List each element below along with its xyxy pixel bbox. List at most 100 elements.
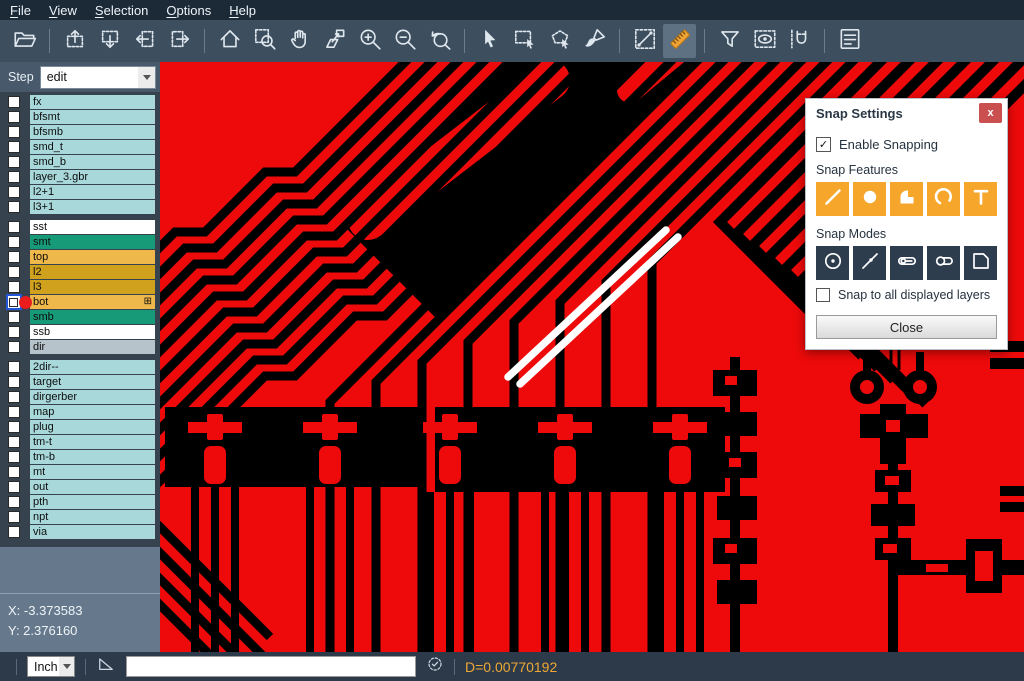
grid-icon[interactable]: ⊞ <box>144 297 155 307</box>
measure-ruler-button[interactable] <box>663 24 696 58</box>
layer-row-dir[interactable]: dir <box>0 340 160 354</box>
layer-checkbox[interactable] <box>8 311 20 323</box>
layer-checkbox[interactable] <box>8 236 20 248</box>
close-button[interactable]: Close <box>816 315 997 339</box>
clean-brush-button[interactable] <box>578 24 611 58</box>
measure-distance-button[interactable] <box>628 24 661 58</box>
layer-row-bot[interactable]: bot⊞ <box>0 295 160 309</box>
layer-row-plug[interactable]: plug <box>0 420 160 434</box>
unit-select[interactable]: Inch <box>27 656 75 677</box>
zoom-dynamic-button[interactable] <box>318 24 351 58</box>
snap-mode-center-button[interactable] <box>816 246 849 280</box>
select-rectangle-button[interactable] <box>508 24 541 58</box>
layer-row-l2[interactable]: l2 <box>0 265 160 279</box>
menu-options[interactable]: Options <box>166 3 211 18</box>
snap-feature-text-button[interactable] <box>964 182 997 216</box>
snap-feature-line-button[interactable] <box>816 182 849 216</box>
close-icon[interactable]: x <box>979 103 1002 123</box>
layer-checkbox[interactable] <box>8 376 20 388</box>
enable-snapping-checkbox[interactable]: ✓ <box>816 137 831 152</box>
snap-mode-point-button[interactable] <box>853 246 886 280</box>
command-input[interactable] <box>126 656 416 677</box>
layer-checkbox[interactable] <box>8 466 20 478</box>
zoom-previous-button[interactable] <box>423 24 456 58</box>
layer-row-via[interactable]: via <box>0 525 160 539</box>
snap-mode-oblong-button[interactable] <box>927 246 960 280</box>
snap-mode-slot-button[interactable] <box>890 246 923 280</box>
menu-help[interactable]: Help <box>229 3 256 18</box>
snap-all-layers-checkbox[interactable] <box>816 288 830 302</box>
layer-checkbox[interactable] <box>8 141 20 153</box>
layer-checkbox[interactable] <box>8 156 20 168</box>
layer-row-target[interactable]: target <box>0 375 160 389</box>
layer-row-bfsmb[interactable]: bfsmb <box>0 125 160 139</box>
select-cursor-button[interactable] <box>473 24 506 58</box>
layer-checkbox[interactable] <box>8 186 20 198</box>
layer-row-smb[interactable]: smb <box>0 310 160 324</box>
refresh-check-icon[interactable] <box>426 655 444 678</box>
layer-checkbox[interactable] <box>8 406 20 418</box>
filter-button[interactable] <box>713 24 746 58</box>
layer-checkbox[interactable] <box>8 496 20 508</box>
layer-row-tm-b[interactable]: tm-b <box>0 450 160 464</box>
pan-left-button[interactable] <box>128 24 161 58</box>
layer-row-bfsmt[interactable]: bfsmt <box>0 110 160 124</box>
step-select[interactable]: edit <box>40 66 156 89</box>
layer-checkbox[interactable] <box>8 421 20 433</box>
layer-row-map[interactable]: map <box>0 405 160 419</box>
layer-checkbox[interactable] <box>8 96 20 108</box>
layer-row-pth[interactable]: pth <box>0 495 160 509</box>
layer-checkbox[interactable] <box>8 526 20 538</box>
report-list-button[interactable] <box>833 24 866 58</box>
layer-checkbox[interactable] <box>9 298 18 307</box>
layer-checkbox[interactable] <box>8 171 20 183</box>
layer-checkbox[interactable] <box>8 361 20 373</box>
layer-row-out[interactable]: out <box>0 480 160 494</box>
pan-right-button[interactable] <box>163 24 196 58</box>
layer-checkbox[interactable] <box>8 391 20 403</box>
layer-row-2dir--[interactable]: 2dir-- <box>0 360 160 374</box>
layer-row-ssb[interactable]: ssb <box>0 325 160 339</box>
pan-hand-button[interactable] <box>283 24 316 58</box>
snap-feature-surface-button[interactable] <box>890 182 923 216</box>
zoom-out-button[interactable] <box>388 24 421 58</box>
view-options-button[interactable] <box>748 24 781 58</box>
layer-checkbox[interactable] <box>8 341 20 353</box>
layer-row-smd_b[interactable]: smd_b <box>0 155 160 169</box>
select-polygon-button[interactable] <box>543 24 576 58</box>
layer-checkbox[interactable] <box>8 201 20 213</box>
zoom-in-button[interactable] <box>353 24 386 58</box>
layer-checkbox[interactable] <box>8 126 20 138</box>
menu-file[interactable]: File <box>10 3 31 18</box>
zoom-area-button[interactable] <box>248 24 281 58</box>
layer-row-l2+1[interactable]: l2+1 <box>0 185 160 199</box>
layer-row-mt[interactable]: mt <box>0 465 160 479</box>
snap-mode-contour-button[interactable] <box>964 246 997 280</box>
layer-checkbox[interactable] <box>8 451 20 463</box>
dialog-titlebar[interactable]: Snap Settings x <box>806 99 1007 127</box>
layer-checkbox[interactable] <box>8 251 20 263</box>
angle-icon[interactable] <box>96 654 116 679</box>
layer-checkbox[interactable] <box>8 481 20 493</box>
layer-row-npt[interactable]: npt <box>0 510 160 524</box>
layer-checkbox[interactable] <box>8 221 20 233</box>
layer-row-layer_3.gbr[interactable]: layer_3.gbr <box>0 170 160 184</box>
layer-row-sst[interactable]: sst <box>0 220 160 234</box>
layer-row-top[interactable]: top <box>0 250 160 264</box>
layer-checkbox[interactable] <box>8 281 20 293</box>
layer-row-l3+1[interactable]: l3+1 <box>0 200 160 214</box>
zoom-home-button[interactable] <box>213 24 246 58</box>
layer-row-smd_t[interactable]: smd_t <box>0 140 160 154</box>
layer-row-dirgerber[interactable]: dirgerber <box>0 390 160 404</box>
layer-row-tm-t[interactable]: tm-t <box>0 435 160 449</box>
layer-checkbox[interactable] <box>8 266 20 278</box>
layer-checkbox[interactable] <box>8 436 20 448</box>
snap-magnet-button[interactable] <box>783 24 816 58</box>
layer-row-fx[interactable]: fx <box>0 95 160 109</box>
layer-checkbox[interactable] <box>8 111 20 123</box>
layer-row-smt[interactable]: smt <box>0 235 160 249</box>
menu-view[interactable]: View <box>49 3 77 18</box>
layer-checkbox[interactable] <box>8 511 20 523</box>
pan-down-button[interactable] <box>93 24 126 58</box>
layer-checkbox[interactable] <box>8 326 20 338</box>
